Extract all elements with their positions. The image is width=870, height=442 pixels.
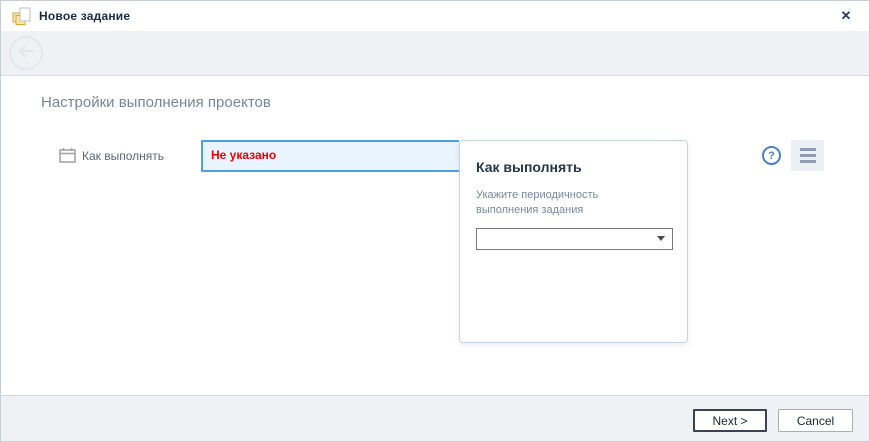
close-icon[interactable]: ✕ — [836, 6, 856, 26]
window-title: Новое задание — [39, 9, 130, 23]
new-task-dialog: Новое задание ✕ Настройки выполнения про… — [0, 0, 870, 442]
popup-title: Как выполнять — [476, 159, 687, 175]
footer-bar: Next > Cancel — [1, 395, 869, 441]
left-arrow-icon — [17, 44, 35, 63]
cancel-button[interactable]: Cancel — [778, 409, 853, 432]
help-icon[interactable]: ? — [762, 146, 781, 165]
next-button[interactable]: Next > — [693, 409, 767, 432]
periodicity-combobox[interactable] — [476, 228, 673, 250]
how-to-run-popup: Как выполнять Укажите периодичность выпо… — [459, 140, 688, 343]
calendar-icon — [59, 147, 77, 164]
field-value-not-specified: Не указано — [211, 148, 459, 162]
toolbar — [1, 31, 869, 76]
page-title: Настройки выполнения проектов — [41, 94, 271, 111]
hamburger-icon[interactable] — [791, 140, 824, 171]
popup-description: Укажите периодичность выполнения задания — [476, 188, 656, 218]
title-bar: Новое задание ✕ — [1, 1, 869, 31]
how-to-run-field[interactable]: Не указано — [201, 140, 459, 172]
caret-down-icon — [657, 236, 665, 241]
back-button[interactable] — [9, 36, 43, 70]
documents-stack-icon — [12, 6, 32, 26]
main-content: Настройки выполнения проектов Как выполн… — [1, 76, 869, 395]
how-to-run-label: Как выполнять — [82, 149, 164, 163]
